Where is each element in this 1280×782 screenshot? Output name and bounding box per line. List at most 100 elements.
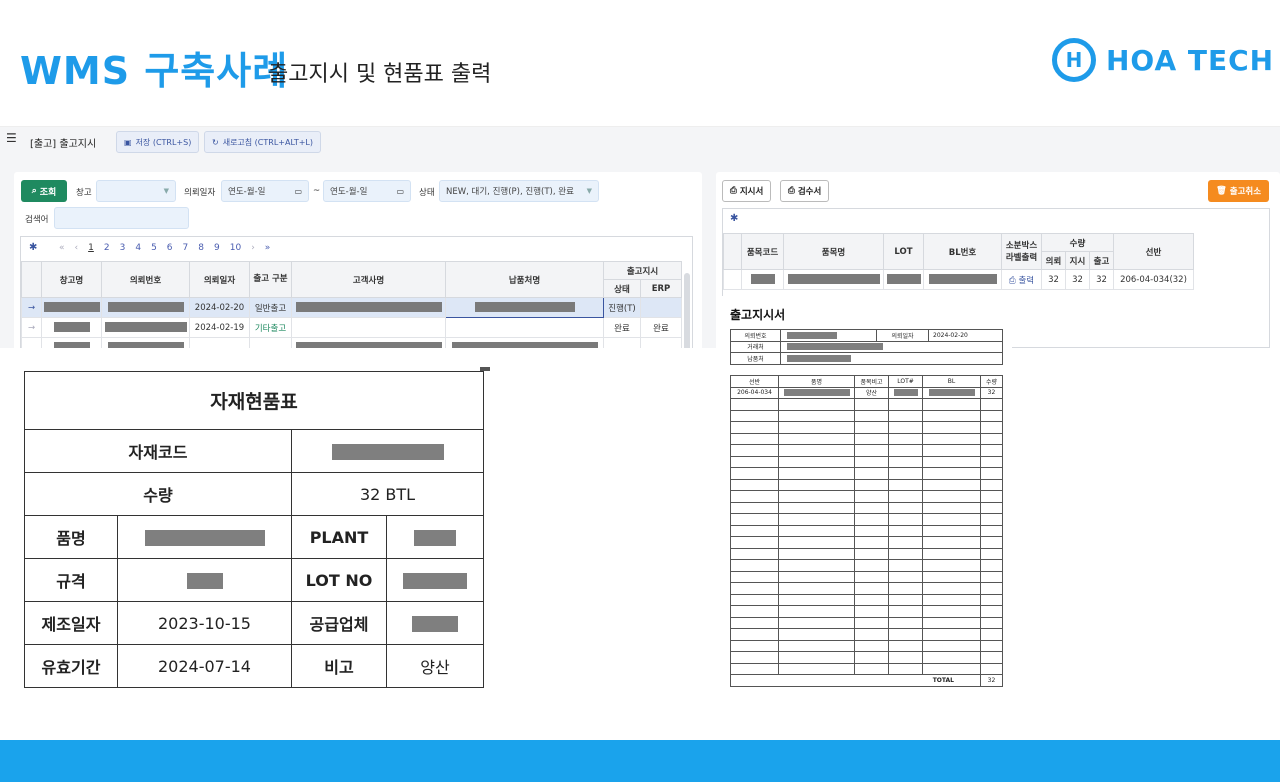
sheet-empty-row [730,478,1003,491]
chevron-down-icon: ▼ [586,187,592,195]
order-grid: ✱ « ‹ 1 2 3 4 5 6 7 8 9 10 › » 창고명 의뢰번호 … [20,236,693,348]
logo-mark-icon: H [1052,38,1096,82]
page-7[interactable]: 7 [183,243,189,253]
redacted-cell [43,302,100,313]
sheet-empty-row [730,501,1003,514]
page-1[interactable]: 1 [88,243,94,253]
page-2[interactable]: 2 [104,243,110,253]
date-tilde: ~ [313,186,321,196]
tag-name-label: 품명 [24,515,118,559]
save-button[interactable]: ▣ 저장 (CTRL+S) [116,131,200,153]
status-label: 상태 [419,188,435,198]
grid-settings-icon[interactable]: ✱ [29,242,37,253]
col-small-box[interactable]: 소분박스 라벨출력 [1001,233,1042,270]
date-to-input[interactable]: 연도-월-일 ▭ [323,180,411,202]
col-request-date[interactable]: 의뢰일자 [189,261,250,298]
refresh-icon: ↻ [212,137,219,147]
order-list-panel: ⌕ 조회 창고 ▼ 의뢰일자 연도-월-일 ▭ ~ 연도-월-일 ▭ 상태 NEW, … [14,172,702,348]
calendar-icon[interactable]: ▭ [396,187,404,196]
col-erp[interactable]: ERP [640,279,682,298]
instruction-print-button[interactable]: ⎙ 지시서 [722,180,772,202]
col-shelf[interactable]: 선반 [1113,233,1194,270]
last-page-button[interactable]: » [265,243,271,253]
logo-text: HOA TECH [1106,43,1275,77]
col-delivery[interactable]: 납품처명 [445,261,604,298]
redacted-cell [928,274,997,285]
col-qty-req[interactable]: 의뢰 [1041,251,1066,270]
tag-mfg-label: 제조일자 [24,601,118,645]
warehouse-select[interactable]: ▼ [96,180,176,202]
prev-page-button[interactable]: ‹ [75,243,79,253]
first-page-button[interactable]: « [59,243,65,253]
col-qty-out[interactable]: 출고 [1089,251,1114,270]
redacted-cell [886,274,921,285]
redacted-cell [186,573,223,589]
col-customer[interactable]: 고객사명 [291,261,446,298]
detail-table: 품목코드 품목명 LOT BL번호 소분박스 라벨출력 수량 선반 의뢰 지시 … [723,233,1194,290]
col-qty-ins[interactable]: 지시 [1065,251,1090,270]
sheet-empty-row [730,593,1003,606]
sheet-col-shelf: 선반 [730,375,779,388]
next-page-button[interactable]: › [251,243,255,253]
redacted-cell [403,573,467,589]
tag-supplier-label: 공급업체 [291,601,387,645]
sheet-req-no-label: 의뢰번호 [730,329,781,342]
sheet-cell-remark: 양산 [854,386,889,399]
sheet-empty-row [730,421,1003,434]
page-9[interactable]: 9 [214,243,220,253]
sheet-req-date-value: 2024-02-20 [928,329,1003,342]
chevron-down-icon: ▼ [163,187,169,195]
col-ship-type[interactable]: 출고 구분 [249,261,292,298]
tag-title: 자재현품표 [24,371,484,430]
page-4[interactable]: 4 [135,243,141,253]
sheet-cell-qty: 32 [980,386,1003,399]
sheet-empty-row [730,547,1003,560]
cell-status: 완료 [603,317,641,338]
printer-icon: ⎙ [1008,275,1019,286]
page-8[interactable]: 8 [198,243,204,253]
cell-qty-req: 32 [1041,269,1066,290]
order-sheet-header: 의뢰번호 의뢰일자 2024-02-20 거래처 납품처 [730,329,1003,365]
col-warehouse[interactable]: 창고명 [41,261,102,298]
table-row[interactable]: ⎙ 출력 32 32 32 206-04-034(32) [723,269,1194,290]
col-lot[interactable]: LOT [883,233,924,270]
sheet-col-qty: 수량 [980,375,1003,388]
sheet-empty-row [730,570,1003,583]
sheet-empty-row [730,467,1003,480]
page-subtitle: 출고지시 및 현품표 출력 [268,62,492,87]
status-select[interactable]: NEW, 대기, 진행(P), 진행(T), 완료 ▼ [439,180,599,202]
redacted-cell [787,274,880,285]
search-button[interactable]: ⌕ 조회 [21,180,67,202]
sheet-total-value: 32 [980,674,1003,687]
refresh-button[interactable]: ↻ 새로고침 (CTRL+ALT+L) [204,131,321,153]
label-print-link[interactable]: ⎙ 출력 [1001,269,1042,290]
page-3[interactable]: 3 [120,243,126,253]
col-bl[interactable]: BL번호 [923,233,1002,270]
col-request-no[interactable]: 의뢰번호 [101,261,190,298]
wms-app-screen: ☰ [출고] 출고지시 ▣ 저장 (CTRL+S) ↻ 새로고침 (CTRL+ALT… [0,126,1280,348]
tag-expiry-value: 2024-07-14 [117,644,292,688]
col-item-name[interactable]: 품목명 [783,233,884,270]
table-row[interactable] [21,337,682,348]
sheet-empty-row [730,490,1003,503]
keyword-input[interactable] [54,207,189,229]
cell-qty-ins: 32 [1065,269,1090,290]
page-6[interactable]: 6 [167,243,173,253]
menu-icon[interactable]: ☰ [6,131,17,145]
page-5[interactable]: 5 [151,243,157,253]
redacted-cell [414,530,456,546]
scrollbar[interactable] [684,273,690,348]
grid-settings-icon[interactable]: ✱ [730,213,738,224]
trash-icon: 🗑 [1216,186,1227,196]
redacted-cell [750,274,775,285]
col-item-code[interactable]: 품목코드 [741,233,784,270]
redacted-cell [412,616,458,632]
cancel-shipment-button[interactable]: 🗑 출고취소 [1208,180,1270,202]
table-row[interactable]: → 2024-02-20 일반출고 진행(T) [21,297,682,318]
calendar-icon[interactable]: ▭ [294,187,302,196]
date-from-input[interactable]: 연도-월-일 ▭ [221,180,309,202]
inspection-print-button[interactable]: ⎙ 검수서 [780,180,830,202]
page-10[interactable]: 10 [230,243,241,253]
col-status[interactable]: 상태 [603,279,641,298]
table-row[interactable]: → 2024-02-19 기타출고 완료 완료 [21,317,682,338]
